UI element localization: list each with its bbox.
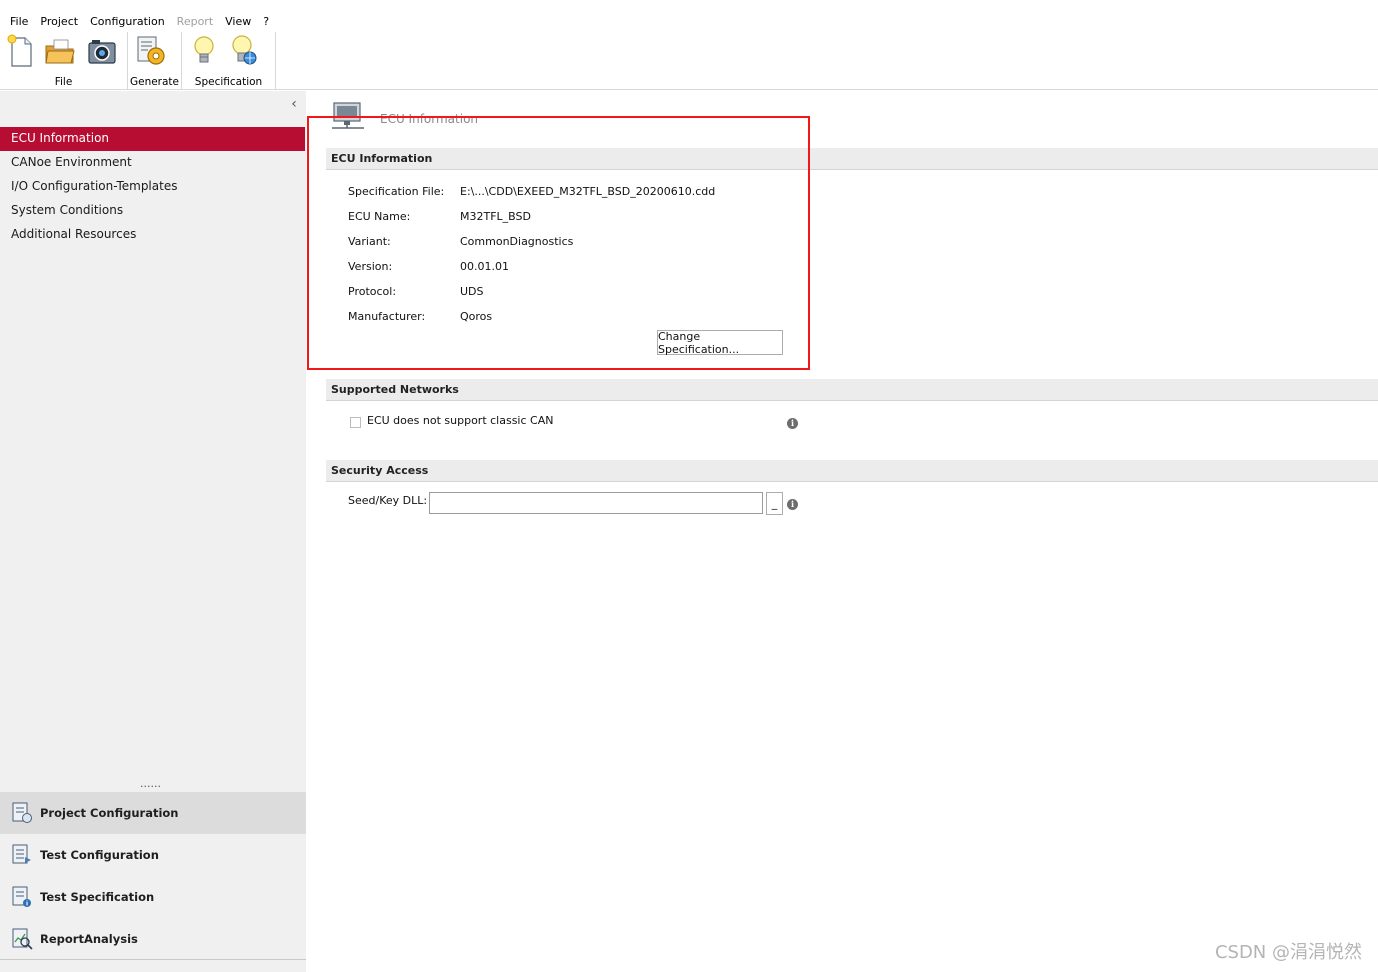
test-config-icon <box>12 844 31 864</box>
menu-configuration[interactable]: Configuration <box>84 7 171 28</box>
menu-report: Report <box>176 14 214 28</box>
ribbon-group-generate-label: Generate <box>129 76 180 88</box>
classic-can-checkbox[interactable] <box>350 417 361 428</box>
camera-icon[interactable] <box>86 34 118 68</box>
page-title: ECU Information <box>380 112 479 126</box>
nav-report-analysis[interactable]: ReportAnalysis <box>0 918 306 960</box>
nav-test-specification-label: Test Specification <box>40 890 155 904</box>
nav-report-analysis-label: ReportAnalysis <box>40 932 138 946</box>
collapse-sidebar-icon[interactable]: ‹ <box>286 95 302 113</box>
version-value: 00.01.01 <box>460 260 509 273</box>
watermark: CSDN @涓涓悦然 <box>1214 942 1362 963</box>
sidebar-divider <box>0 959 306 960</box>
ecu-computer-icon <box>332 102 364 129</box>
seed-key-dll-label: Seed/Key DLL: <box>348 494 428 507</box>
bulb-icon[interactable] <box>190 34 222 68</box>
svg-text:i: i <box>26 901 28 908</box>
bulb-globe-icon[interactable] <box>228 34 260 68</box>
section-ecu-information-header: ECU Information <box>326 148 1378 170</box>
change-specification-button[interactable]: Change Specification... <box>657 330 783 356</box>
section-supported-networks-header: Supported Networks <box>326 379 1378 401</box>
menu-view[interactable]: View <box>219 7 257 28</box>
sidebar-item-ecu-information[interactable]: ECU Information <box>0 127 305 151</box>
menu-bar: File Project Configuration Report View ? <box>0 0 1378 34</box>
manufacturer-value: Qoros <box>460 310 493 323</box>
ribbon-group-file: File <box>0 32 128 90</box>
manufacturer-label: Manufacturer: <box>348 310 426 323</box>
nav-test-configuration-label: Test Configuration <box>40 848 159 862</box>
specification-file-label: Specification File: <box>348 185 445 198</box>
generate-gear-icon[interactable] <box>136 34 168 68</box>
test-spec-icon: i <box>12 886 31 908</box>
splitter-grip[interactable]: ...... <box>140 777 161 790</box>
sidebar: ‹ ECU Information CANoe Environment I/O … <box>0 91 306 972</box>
ribbon-toolbar: File Generate Specification <box>0 30 1378 90</box>
nav-project-configuration[interactable]: Project Configuration <box>0 792 306 834</box>
nav-test-configuration[interactable]: Test Configuration <box>0 834 306 876</box>
menu-file[interactable]: File <box>4 7 34 28</box>
ribbon-group-specification-label: Specification <box>194 76 263 88</box>
ribbon-group-file-label: File <box>54 76 73 88</box>
menu-project[interactable]: Project <box>34 7 84 28</box>
browse-dll-button[interactable]: _ <box>766 492 783 515</box>
ribbon-group-generate: Generate <box>128 32 182 90</box>
new-file-icon[interactable] <box>6 34 38 68</box>
ecu-name-value: M32TFL_BSD <box>460 210 531 223</box>
page-header <box>330 101 366 133</box>
seed-key-dll-input[interactable] <box>429 492 763 514</box>
nav-test-specification[interactable]: i Test Specification <box>0 876 306 918</box>
variant-value: CommonDiagnostics <box>460 235 574 248</box>
sidebar-nav: ECU Information CANoe Environment I/O Co… <box>0 127 306 247</box>
variant-label: Variant: <box>348 235 391 248</box>
menu-help[interactable]: ? <box>257 7 275 28</box>
bottom-nav: Project Configuration Test Configuration… <box>0 792 306 960</box>
ecu-name-label: ECU Name: <box>348 210 411 223</box>
specification-file-value: E:\...\CDD\EXEED_M32TFL_BSD_20200610.cdd <box>460 185 716 198</box>
classic-can-label: ECU does not support classic CAN <box>367 414 554 427</box>
protocol-label: Protocol: <box>348 285 397 298</box>
sidebar-item-additional-resources[interactable]: Additional Resources <box>0 223 306 247</box>
section-security-access-header: Security Access <box>326 460 1378 482</box>
open-folder-icon[interactable] <box>44 34 76 68</box>
protocol-value: UDS <box>460 285 484 298</box>
main-content: ECU Information ECU Information Specific… <box>306 91 1378 972</box>
sidebar-item-system-conditions[interactable]: System Conditions <box>0 199 306 223</box>
security-info-icon[interactable]: i <box>787 499 798 510</box>
sidebar-item-canoe-environment[interactable]: CANoe Environment <box>0 151 306 175</box>
ribbon-group-specification: Specification <box>182 32 276 90</box>
nav-project-configuration-label: Project Configuration <box>40 806 179 820</box>
report-analysis-icon <box>12 928 33 950</box>
sidebar-item-io-configuration-templates[interactable]: I/O Configuration-Templates <box>0 175 306 199</box>
networks-info-icon[interactable]: i <box>787 418 798 429</box>
version-label: Version: <box>348 260 393 273</box>
project-config-icon <box>12 802 32 823</box>
